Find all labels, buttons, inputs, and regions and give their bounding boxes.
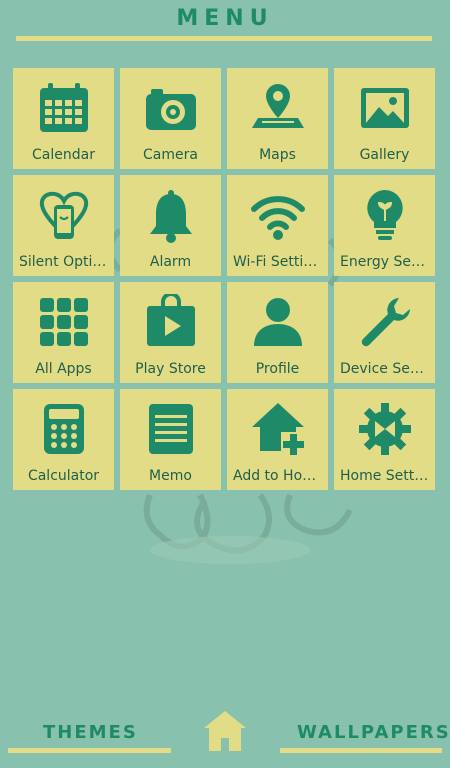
tile-calendar[interactable]: Calendar: [13, 68, 114, 169]
tile-label: Calculator: [27, 468, 100, 484]
person-icon: [254, 298, 302, 346]
tile-silent-options[interactable]: Silent Options: [13, 175, 114, 276]
tile-label: Profile: [255, 361, 300, 377]
tile-add-to-home[interactable]: Add to Home: [227, 389, 328, 490]
tile-label: Play Store: [135, 361, 206, 377]
wrench-icon: [361, 298, 410, 347]
tile-label: Energy Setti…: [340, 254, 435, 270]
tile-play-store[interactable]: Play Store: [120, 282, 221, 383]
page-title: MENU: [176, 6, 274, 31]
tile-label: Silent Options: [19, 254, 114, 270]
tile-label: Camera: [143, 147, 198, 163]
tile-wifi-settings[interactable]: Wi-Fi Settings: [227, 175, 328, 276]
tile-label: Home Setti…: [340, 468, 433, 484]
lightbulb-icon: [367, 190, 403, 240]
tile-gallery[interactable]: Gallery: [334, 68, 435, 169]
tile-label: Memo: [149, 468, 192, 484]
tile-profile[interactable]: Profile: [227, 282, 328, 383]
tile-maps[interactable]: Maps: [227, 68, 328, 169]
gallery-icon: [361, 88, 409, 128]
tile-all-apps[interactable]: All Apps: [13, 282, 114, 383]
add-home-icon: [252, 403, 306, 457]
tile-energy-settings[interactable]: Energy Setti…: [334, 175, 435, 276]
calendar-icon: [40, 83, 88, 132]
tile-label: Gallery: [359, 147, 410, 163]
calculator-icon: [44, 404, 84, 454]
home-icon[interactable]: [203, 710, 247, 752]
memo-icon: [149, 404, 193, 454]
tile-alarm[interactable]: Alarm: [120, 175, 221, 276]
tile-label: Maps: [259, 147, 296, 163]
tile-label: Wi-Fi Settings: [233, 254, 328, 270]
tile-label: All Apps: [35, 361, 92, 377]
tile-label: Calendar: [32, 147, 95, 163]
apps-grid-icon: [40, 298, 88, 346]
tile-label: Device Setti…: [340, 361, 435, 377]
tile-calculator[interactable]: Calculator: [13, 389, 114, 490]
wifi-icon: [251, 196, 305, 240]
app-grid: Calendar Camera Maps Gallery Silent Opti…: [13, 68, 437, 490]
silent-phone-icon: [39, 191, 89, 239]
gear-icon: [359, 403, 411, 455]
themes-link[interactable]: THEMES: [43, 722, 138, 743]
bell-icon: [150, 190, 192, 243]
header-divider: [16, 36, 432, 41]
tile-label: Alarm: [149, 254, 192, 270]
play-store-icon: [147, 294, 195, 346]
tile-camera[interactable]: Camera: [120, 68, 221, 169]
map-pin-icon: [252, 84, 304, 128]
themes-underline: [8, 748, 171, 753]
wallpapers-link[interactable]: WALLPAPERS: [297, 722, 450, 743]
tile-device-settings[interactable]: Device Setti…: [334, 282, 435, 383]
camera-icon: [146, 89, 196, 130]
tile-home-settings[interactable]: Home Setti…: [334, 389, 435, 490]
tile-memo[interactable]: Memo: [120, 389, 221, 490]
tile-label: Add to Home: [233, 468, 325, 484]
wallpapers-underline: [280, 748, 442, 753]
